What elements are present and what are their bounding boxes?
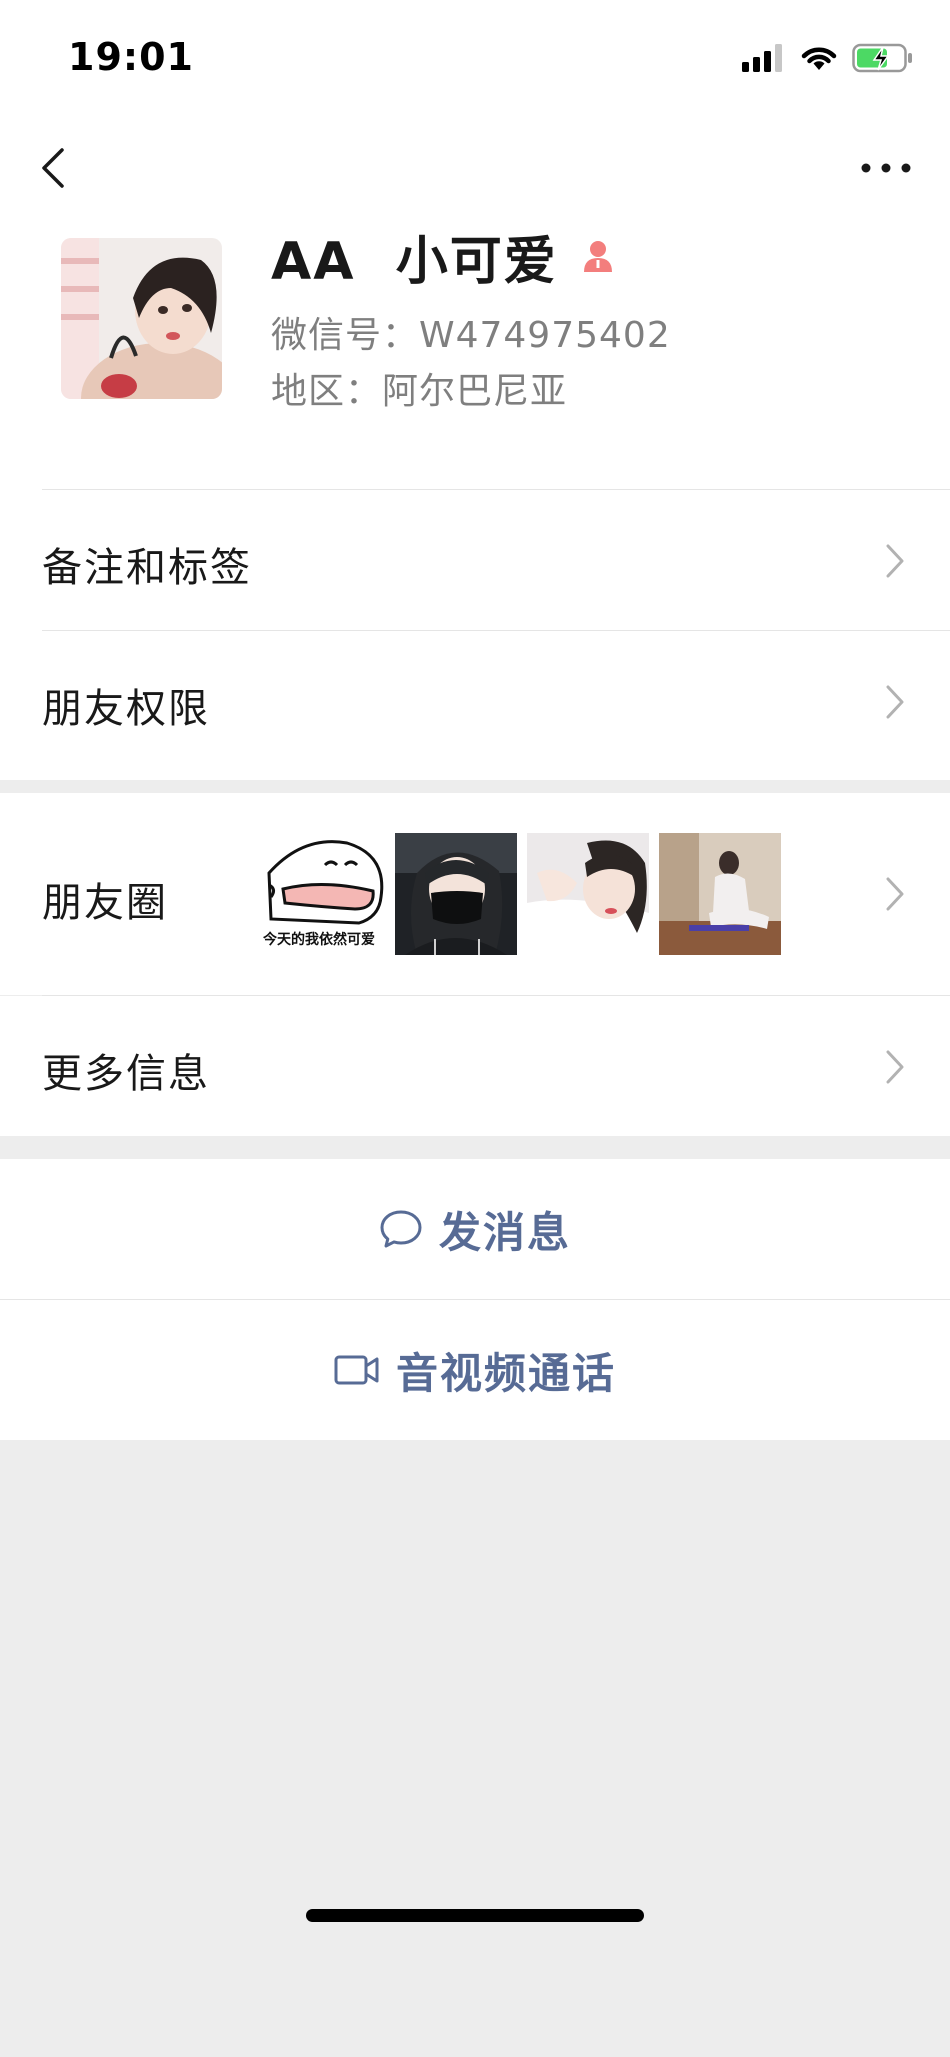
remark-tags-label: 备注和标签 [42,545,252,591]
moments-thumbnail: 今天的我依然可爱 [263,833,385,955]
battery-charging-icon [852,43,912,73]
chat-bubble-icon [380,1210,422,1248]
send-message-button[interactable]: 发消息 [0,1159,950,1299]
avatar[interactable] [61,238,222,399]
status-icons [742,42,914,74]
moments-label: 朋友圈 [42,880,168,926]
chevron-right-icon [886,1050,904,1084]
friend-permissions-cell[interactable]: 朋友权限 [0,631,950,771]
ellipsis-icon [861,163,911,173]
wifi-icon [801,47,837,70]
more-info-label: 更多信息 [42,1051,210,1097]
chevron-right-icon [886,877,904,911]
moments-thumbnail [395,833,517,955]
video-call-button[interactable]: 音视频通话 [0,1300,950,1440]
status-time: 19:01 [68,35,194,79]
remark-tags-cell[interactable]: 备注和标签 [0,490,950,630]
chevron-left-icon [42,148,64,188]
moments-thumbnail [659,833,781,955]
female-icon [583,241,612,272]
region: 地区：阿尔巴尼亚 [271,371,568,412]
chevron-right-icon [886,544,904,578]
moments-thumbnail [527,833,649,955]
profile-header: 19:01 AA 小可爱 微信号：W474975402 地区：阿尔巴尼亚 备注和… [0,0,950,780]
wechat-id: 微信号：W474975402 [271,315,671,356]
moments-thumbnail-caption: 今天的我依然可爱 [263,932,375,948]
more-button[interactable] [856,150,916,186]
status-bar: 19:01 [0,0,950,115]
name-row: AA 小可爱 [271,220,616,292]
home-indicator[interactable] [306,1909,644,1922]
signal-icon [742,44,782,72]
chevron-right-icon [886,685,904,719]
friend-permissions-label: 朋友权限 [42,686,210,732]
back-button[interactable] [32,138,82,198]
video-camera-icon [334,1355,379,1385]
send-message-label: 发消息 [438,1207,571,1257]
more-info-cell[interactable]: 更多信息 [0,996,950,1136]
video-call-label: 音视频通话 [395,1348,616,1398]
nickname: AA 小可爱 [271,231,558,292]
